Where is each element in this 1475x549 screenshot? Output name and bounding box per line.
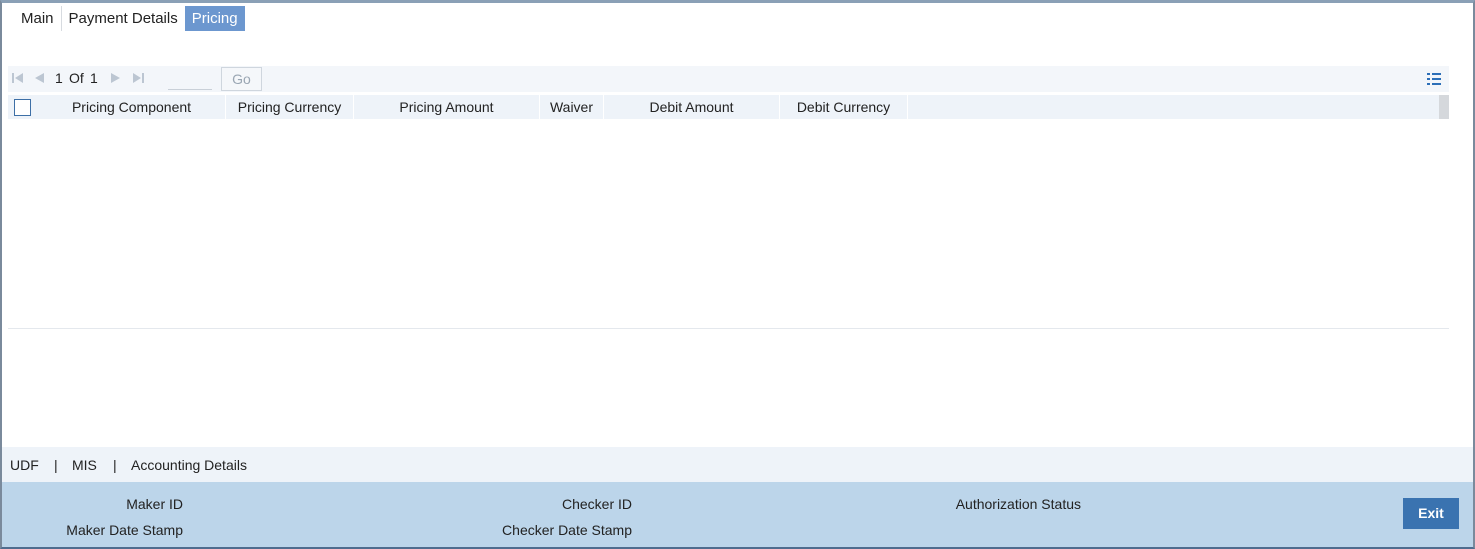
current-page: 1 <box>55 70 63 86</box>
tab-main[interactable]: Main <box>14 6 62 31</box>
select-all-checkbox[interactable] <box>14 99 31 116</box>
grid-header-row: Pricing Component Pricing Currency Prici… <box>8 95 1439 119</box>
first-page-icon[interactable] <box>12 72 24 87</box>
checker-id-label: Checker ID <box>561 496 632 512</box>
maker-id-label: Maker ID <box>126 496 183 512</box>
col-pricing-amount[interactable]: Pricing Amount <box>354 95 540 119</box>
total-pages: 1 <box>90 70 98 86</box>
grid-toolbar: 1 Of 1 Go <box>8 66 1449 92</box>
accounting-details-link[interactable]: Accounting Details <box>131 457 247 473</box>
column-settings-icon[interactable] <box>1427 72 1441 86</box>
link-separator: | <box>113 457 117 473</box>
col-pricing-component[interactable]: Pricing Component <box>38 95 226 119</box>
go-button[interactable]: Go <box>221 67 262 91</box>
exit-button[interactable]: Exit <box>1403 498 1459 529</box>
col-debit-currency[interactable]: Debit Currency <box>780 95 908 119</box>
grid-vertical-scrollbar[interactable] <box>1439 95 1449 119</box>
tab-payment-details[interactable]: Payment Details <box>62 6 185 31</box>
audit-panel: Maker ID Maker Date Stamp Checker ID Che… <box>2 482 1473 547</box>
sub-screen-links: UDF | MIS | Accounting Details <box>2 447 1473 482</box>
col-debit-amount[interactable]: Debit Amount <box>604 95 780 119</box>
tab-bar: Main Payment Details Pricing <box>14 6 245 31</box>
authorization-status-label: Authorization Status <box>955 496 1081 512</box>
next-page-icon[interactable] <box>110 72 122 87</box>
prev-page-icon[interactable] <box>33 72 45 87</box>
checker-date-stamp-label: Checker Date Stamp <box>502 522 632 538</box>
last-page-icon[interactable] <box>132 72 144 87</box>
page-number-input[interactable] <box>168 68 212 90</box>
col-waiver[interactable]: Waiver <box>540 95 604 119</box>
tab-pricing[interactable]: Pricing <box>184 6 245 31</box>
maker-date-stamp-label: Maker Date Stamp <box>66 522 183 538</box>
page-of-label: Of <box>69 70 84 86</box>
col-pricing-currency[interactable]: Pricing Currency <box>226 95 354 119</box>
udf-link[interactable]: UDF <box>10 457 39 473</box>
pricing-grid: Pricing Component Pricing Currency Prici… <box>8 95 1449 329</box>
mis-link[interactable]: MIS <box>72 457 97 473</box>
link-separator: | <box>54 457 58 473</box>
